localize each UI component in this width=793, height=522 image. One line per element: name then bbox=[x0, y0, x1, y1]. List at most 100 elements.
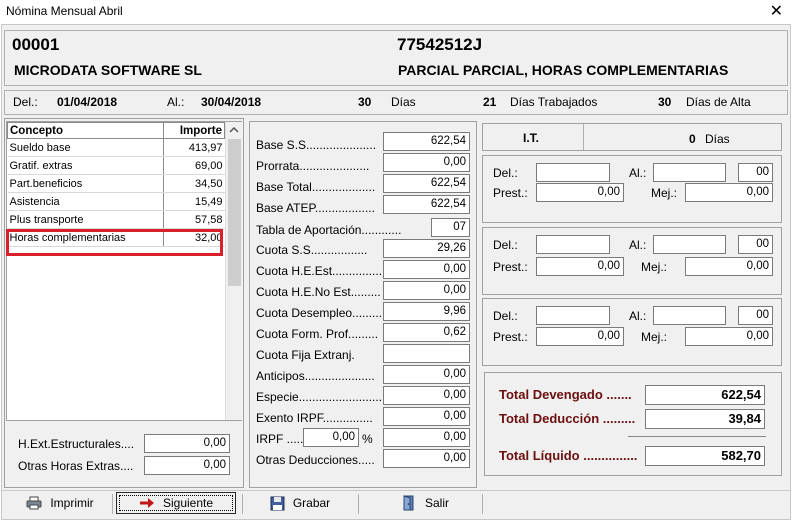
arrow-right-icon bbox=[139, 498, 154, 508]
it-mej-field[interactable]: 0,00 bbox=[685, 257, 773, 276]
it-num-field[interactable]: 00 bbox=[738, 235, 773, 254]
title-bar: Nómina Mensual Abril ✕ bbox=[0, 0, 793, 24]
cuota-ss-field[interactable]: 29,26 bbox=[383, 239, 470, 258]
base-total-label: Base Total................... bbox=[256, 180, 376, 194]
hext-label: H.Ext.Estructurales.... bbox=[18, 437, 135, 451]
close-icon[interactable]: ✕ bbox=[770, 1, 783, 21]
salir-label: Salir bbox=[424, 496, 449, 510]
it-al-field[interactable] bbox=[653, 163, 726, 182]
otras-horas-field[interactable]: 0,00 bbox=[144, 456, 230, 475]
scroll-thumb[interactable] bbox=[228, 139, 241, 286]
al-value: 30/04/2018 bbox=[201, 95, 262, 109]
hext-field[interactable]: 0,00 bbox=[144, 434, 230, 453]
table-row[interactable]: Asistencia 15,49 bbox=[7, 192, 225, 211]
salir-button[interactable]: Salir bbox=[380, 492, 470, 514]
alta-label: Días de Alta bbox=[686, 95, 751, 109]
dias-value: 30 bbox=[358, 95, 372, 109]
percent-sign: % bbox=[362, 432, 373, 446]
it-separator bbox=[583, 124, 584, 150]
anticipos-field[interactable]: 0,00 bbox=[383, 365, 470, 384]
alta-value: 30 bbox=[658, 95, 672, 109]
cuota-desempleo-field[interactable]: 9,96 bbox=[383, 302, 470, 321]
it-al-label: Al.: bbox=[629, 238, 647, 252]
irpf-field[interactable]: 0,00 bbox=[383, 428, 470, 447]
vertical-scrollbar[interactable] bbox=[225, 122, 242, 420]
cuota-he-est-label: Cuota H.E.Est............... bbox=[256, 264, 382, 278]
prorrata-field[interactable]: 0,00 bbox=[383, 153, 470, 172]
otras-deducciones-label: Otras Deducciones..... bbox=[256, 453, 375, 467]
it-del-field[interactable] bbox=[536, 306, 610, 325]
it-num-field[interactable]: 00 bbox=[738, 163, 773, 182]
dias-label: Días bbox=[391, 95, 416, 109]
exento-irpf-label: Exento IRPF............... bbox=[256, 411, 373, 425]
scroll-up-icon[interactable] bbox=[229, 126, 239, 134]
it-num-field[interactable]: 00 bbox=[738, 306, 773, 325]
tabla-field[interactable]: 07 bbox=[431, 218, 470, 237]
total-liquido-field[interactable]: 582,70 bbox=[645, 446, 765, 466]
irpf-label: IRPF ..... bbox=[256, 432, 304, 446]
total-deduccion-field[interactable]: 39,84 bbox=[645, 409, 765, 429]
table-row[interactable]: Part.beneficios 34,50 bbox=[7, 174, 225, 193]
irpf-pct-field[interactable]: 0,00 bbox=[303, 428, 359, 447]
it-del-label: Del.: bbox=[493, 238, 518, 252]
toolbar-separator bbox=[482, 494, 483, 514]
grabar-button[interactable]: Grabar bbox=[250, 492, 350, 514]
base-ss-label: Base S.S..................... bbox=[256, 138, 377, 152]
trabajados-value: 21 bbox=[483, 95, 497, 109]
toolbar-separator bbox=[358, 494, 359, 514]
toolbar-separator bbox=[242, 494, 243, 514]
it-mej-field[interactable]: 0,00 bbox=[685, 183, 773, 202]
cuota-he-est-field[interactable]: 0,00 bbox=[383, 260, 470, 279]
it-prest-field[interactable]: 0,00 bbox=[536, 183, 624, 202]
exento-irpf-field[interactable]: 0,00 bbox=[383, 407, 470, 426]
concepts-table[interactable]: Concepto Importe Sueldo base 413,97 Grat… bbox=[6, 121, 242, 421]
cuota-form-field[interactable]: 0,62 bbox=[383, 323, 470, 342]
column-header-concepto[interactable]: Concepto bbox=[7, 122, 164, 139]
importe-cell: 15,49 bbox=[163, 192, 225, 211]
it-al-field[interactable] bbox=[653, 235, 726, 254]
imprimir-label: Imprimir bbox=[50, 496, 94, 510]
it-prest-field[interactable]: 0,00 bbox=[536, 327, 624, 346]
concepto-cell: Part.beneficios bbox=[7, 174, 164, 193]
especie-field[interactable]: 0,00 bbox=[383, 386, 470, 405]
base-total-field[interactable]: 622,54 bbox=[383, 174, 470, 193]
siguiente-button[interactable]: Siguiente bbox=[116, 492, 236, 514]
otras-deducciones-field[interactable]: 0,00 bbox=[383, 449, 470, 468]
it-mej-field[interactable]: 0,00 bbox=[685, 327, 773, 346]
concepto-cell: Plus transporte bbox=[7, 210, 164, 229]
especie-label: Especie......................... bbox=[256, 390, 382, 404]
cuota-ss-label: Cuota S.S................. bbox=[256, 243, 368, 257]
it-label: I.T. bbox=[523, 131, 540, 145]
imprimir-button[interactable]: Imprimir bbox=[10, 492, 110, 514]
it-mej-label: Mej.: bbox=[651, 186, 678, 200]
cuota-fija-field[interactable] bbox=[383, 344, 470, 363]
table-row[interactable]: Sueldo base 413,97 bbox=[7, 138, 225, 157]
highlight-box bbox=[6, 229, 223, 256]
employee-code: 00001 bbox=[12, 35, 60, 54]
importe-cell: 57,58 bbox=[163, 210, 225, 229]
it-del-field[interactable] bbox=[536, 235, 610, 254]
table-row[interactable]: Gratif. extras 69,00 bbox=[7, 156, 225, 175]
window-title: Nómina Mensual Abril bbox=[6, 4, 123, 18]
it-del-field[interactable] bbox=[536, 163, 610, 182]
importe-cell: 69,00 bbox=[163, 156, 225, 175]
column-header-importe[interactable]: Importe bbox=[163, 122, 225, 139]
base-ss-field[interactable]: 622,54 bbox=[383, 132, 470, 151]
toolbar-separator bbox=[112, 494, 113, 514]
tabla-label: Tabla de Aportación............ bbox=[256, 223, 402, 237]
total-devengado-field[interactable]: 622,54 bbox=[645, 385, 765, 405]
company-name: MICRODATA SOFTWARE SL bbox=[14, 62, 202, 78]
it-al-label: Al.: bbox=[629, 166, 647, 180]
grabar-label: Grabar bbox=[292, 496, 331, 510]
table-row[interactable]: Plus transporte 57,58 bbox=[7, 210, 225, 229]
it-del-label: Del.: bbox=[493, 309, 518, 323]
totals-panel: Total Devengado ....... 622,54 Total Ded… bbox=[484, 372, 782, 476]
it-prest-field[interactable]: 0,00 bbox=[536, 257, 624, 276]
concepto-cell: Gratif. extras bbox=[7, 156, 164, 175]
importe-cell: 413,97 bbox=[163, 138, 225, 157]
total-liquido-label: Total Líquido ............... bbox=[499, 448, 638, 463]
base-atep-label: Base ATEP.................. bbox=[256, 201, 375, 215]
it-al-field[interactable] bbox=[653, 306, 726, 325]
cuota-he-noest-field[interactable]: 0,00 bbox=[383, 281, 470, 300]
base-atep-field[interactable]: 622,54 bbox=[383, 195, 470, 214]
